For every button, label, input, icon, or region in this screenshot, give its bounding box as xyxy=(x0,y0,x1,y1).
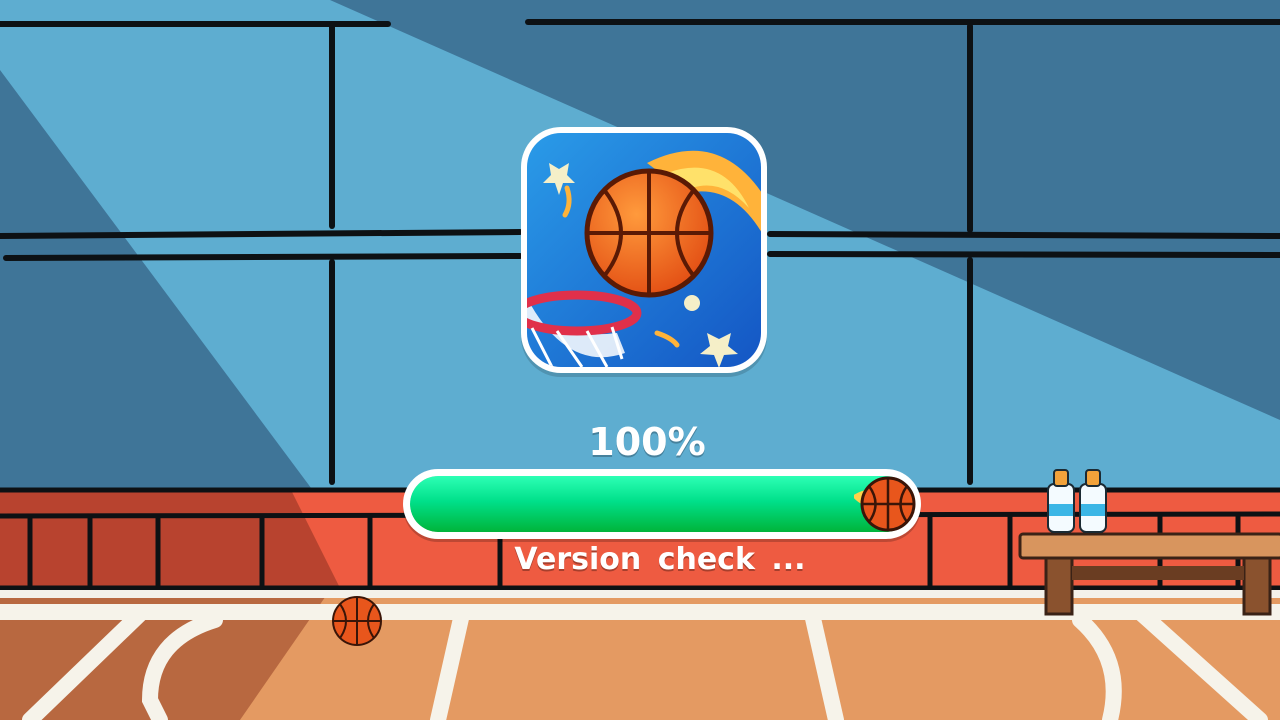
loading-progress-bar xyxy=(403,469,921,539)
loading-percent: 100% xyxy=(588,420,706,464)
floor-basketball-icon xyxy=(332,596,382,646)
game-app-icon xyxy=(521,127,767,373)
flaming-basketball-icon xyxy=(854,476,916,532)
loading-status-text: Version check ... xyxy=(514,542,806,577)
progress-fill xyxy=(410,476,914,532)
